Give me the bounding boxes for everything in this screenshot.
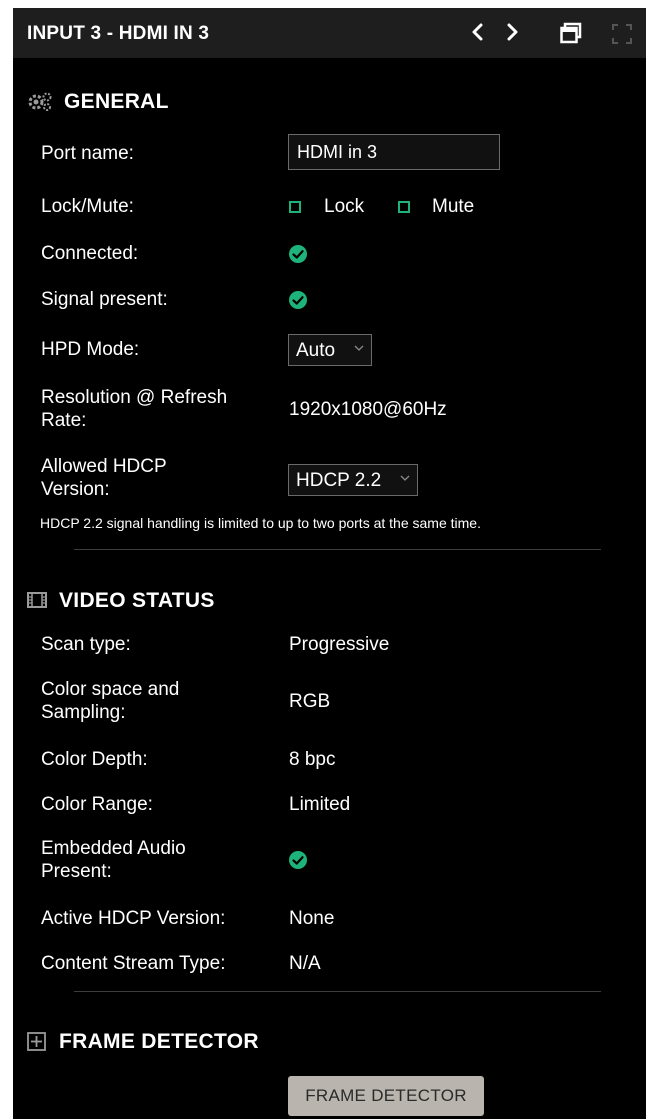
check-circle-icon [289, 851, 307, 869]
resolution-label-line2: Rate: [41, 410, 87, 431]
mute-checkbox-label[interactable]: Mute [432, 195, 474, 218]
allowed-hdcp-label-line2: Version: [41, 479, 110, 500]
embedded-audio-label-line1: Embedded Audio [41, 838, 186, 859]
mute-checkbox[interactable] [398, 201, 410, 213]
scan-type-value: Progressive [289, 634, 390, 655]
panel-header: INPUT 3 - HDMI IN 3 [13, 8, 646, 58]
chevron-down-icon [400, 475, 410, 481]
connected-label: Connected: [41, 243, 139, 264]
next-input-button[interactable] [505, 22, 519, 47]
fullscreen-icon [612, 24, 632, 44]
check-circle-icon [289, 245, 307, 263]
fullscreen-button[interactable] [612, 24, 632, 49]
embedded-audio-label-line2: Present: [41, 861, 112, 882]
allowed-hdcp-select[interactable]: HDCP 2.2 [288, 464, 418, 496]
color-space-value: RGB [289, 691, 331, 712]
chevron-down-icon [354, 345, 364, 351]
active-hdcp-label: Active HDCP Version: [41, 908, 226, 929]
embedded-audio-label: Embedded Audio Present: [41, 837, 186, 883]
resolution-label-line1: Resolution @ Refresh [41, 387, 228, 408]
active-hdcp-value: None [289, 908, 335, 929]
window-restore-button[interactable] [560, 22, 582, 49]
section-divider [74, 549, 601, 550]
resolution-value: 1920x1080@60Hz [289, 399, 447, 420]
chevron-right-icon [507, 23, 518, 41]
allowed-hdcp-selected-value: HDCP 2.2 [296, 470, 382, 491]
chevron-left-icon [472, 23, 483, 41]
content-stream-value: N/A [289, 953, 321, 974]
color-space-label-line2: Sampling: [41, 702, 126, 723]
hpd-mode-selected-value: Auto [296, 340, 336, 361]
frame-detector-section-title: FRAME DETECTOR [59, 1030, 259, 1053]
check-circle-icon [289, 291, 307, 309]
content-stream-label: Content Stream Type: [41, 953, 226, 974]
lock-checkbox-label[interactable]: Lock [324, 195, 364, 218]
scan-type-label: Scan type: [41, 634, 131, 655]
previous-input-button[interactable] [471, 22, 485, 47]
video-status-section-title: VIDEO STATUS [59, 589, 215, 612]
resolution-label: Resolution @ Refresh Rate: [41, 386, 227, 432]
frame-detector-button[interactable]: FRAME DETECTOR [288, 1076, 484, 1116]
allowed-hdcp-label-line1: Allowed HDCP [41, 456, 167, 477]
hdcp-note: HDCP 2.2 signal handling is limited to u… [40, 515, 481, 531]
hpd-mode-label: HPD Mode: [41, 339, 140, 360]
film-icon [27, 592, 47, 608]
allowed-hdcp-label: Allowed HDCP Version: [41, 455, 167, 501]
port-name-label: Port name: [41, 143, 134, 164]
section-divider [74, 991, 601, 992]
color-range-label: Color Range: [41, 794, 153, 815]
input-details-panel: INPUT 3 - HDMI IN 3 GENERAL Port name: H… [13, 8, 646, 1119]
frame-expand-icon [27, 1032, 46, 1051]
color-range-value: Limited [289, 794, 351, 815]
color-space-label-line1: Color space and [41, 679, 180, 700]
color-depth-value: 8 bpc [289, 749, 336, 770]
hpd-mode-select[interactable]: Auto [288, 334, 372, 366]
color-depth-label: Color Depth: [41, 749, 148, 770]
port-name-input[interactable] [288, 134, 500, 170]
panel-title: INPUT 3 - HDMI IN 3 [27, 23, 210, 44]
window-restore-icon [560, 22, 582, 44]
general-section-title: GENERAL [64, 90, 169, 113]
gears-icon [28, 92, 52, 111]
signal-present-label: Signal present: [41, 289, 168, 310]
lock-mute-label: Lock/Mute: [41, 196, 134, 217]
color-space-label: Color space and Sampling: [41, 678, 179, 724]
lock-checkbox[interactable] [289, 201, 301, 213]
